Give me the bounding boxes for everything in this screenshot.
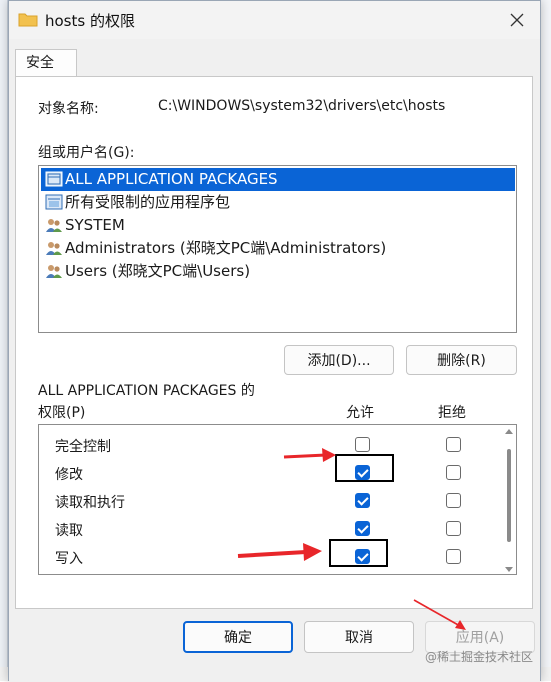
permission-row-read-execute: 读取和执行 (39, 487, 499, 515)
users-icon (46, 242, 62, 255)
group-users-label: 组或用户名(G): (38, 145, 135, 161)
permission-row-modify: 修改 (39, 459, 499, 487)
permission-name: 完全控制 (55, 439, 111, 455)
users-icon (46, 219, 62, 232)
object-name-label: 对象名称: (38, 101, 99, 117)
remove-button[interactable]: 删除(R) (406, 345, 517, 375)
list-item-restricted-app-packages[interactable]: 所有受限制的应用程序包 (41, 191, 515, 214)
watermark: @稀土掘金技术社区 (424, 650, 533, 664)
user-name: SYSTEM (65, 216, 125, 234)
close-button[interactable] (502, 5, 532, 35)
folder-icon (18, 13, 38, 27)
permission-row-write: 写入 (39, 543, 499, 571)
user-name: ALL APPLICATION PACKAGES (65, 170, 278, 188)
group-user-list[interactable]: ALL APPLICATION PACKAGES 所有受限制的应用程序包 SYS… (38, 165, 517, 333)
user-name: 所有受限制的应用程序包 (65, 193, 231, 211)
permissions-table: 完全控制 修改 读取和执行 读取 写入 (38, 424, 517, 575)
deny-checkbox[interactable] (446, 437, 461, 452)
deny-checkbox[interactable] (446, 465, 461, 480)
app-package-icon (45, 171, 63, 187)
permission-name: 读取和执行 (55, 495, 125, 511)
title-bar: hosts 的权限 (9, 1, 540, 39)
app-package-icon (45, 194, 63, 210)
permission-name: 写入 (55, 551, 83, 567)
close-icon (510, 13, 524, 27)
permissions-scrollbar[interactable] (504, 425, 514, 574)
permission-row-read: 读取 (39, 515, 499, 543)
user-name: Users (郑晓文PC端\Users) (65, 262, 251, 280)
list-item-administrators[interactable]: Administrators (郑晓文PC端\Administrators) (41, 237, 515, 260)
cancel-button[interactable]: 取消 (304, 621, 414, 653)
scroll-up-arrow-icon[interactable] (505, 429, 513, 434)
ok-button[interactable]: 确定 (183, 621, 293, 653)
deny-checkbox[interactable] (446, 549, 461, 564)
deny-checkbox[interactable] (446, 521, 461, 536)
allow-checkbox[interactable] (355, 521, 370, 536)
background-window-left-edge (0, 0, 8, 681)
window-title: hosts 的权限 (45, 12, 135, 30)
add-button[interactable]: 添加(D)... (284, 345, 394, 375)
allow-column-header: 允许 (346, 405, 374, 421)
permissions-label: 权限(P) (38, 405, 86, 421)
tab-security[interactable]: 安全 (15, 49, 77, 77)
user-name: Administrators (郑晓文PC端\Administrators) (65, 239, 387, 257)
scroll-thumb[interactable] (507, 449, 511, 542)
highlight-box-write (329, 539, 388, 567)
permissions-title: ALL APPLICATION PACKAGES 的 (38, 383, 255, 399)
allow-checkbox[interactable] (355, 437, 370, 452)
list-item-all-application-packages[interactable]: ALL APPLICATION PACKAGES (41, 168, 515, 191)
object-name-value: C:\WINDOWS\system32\drivers\etc\hosts (158, 98, 446, 114)
permission-name: 读取 (55, 523, 83, 539)
list-item-users[interactable]: Users (郑晓文PC端\Users) (41, 260, 515, 283)
permission-row-full-control: 完全控制 (39, 431, 499, 459)
users-icon (46, 265, 62, 278)
highlight-box-modify (335, 454, 394, 482)
deny-column-header: 拒绝 (438, 405, 466, 421)
permissions-dialog: hosts 的权限 安全 对象名称: C:\WINDOWS\system32\d… (8, 0, 541, 682)
security-panel: 对象名称: C:\WINDOWS\system32\drivers\etc\ho… (15, 76, 533, 609)
deny-checkbox[interactable] (446, 493, 461, 508)
scroll-down-arrow-icon[interactable] (505, 567, 513, 572)
permission-name: 修改 (55, 467, 83, 483)
allow-checkbox[interactable] (355, 493, 370, 508)
list-item-system[interactable]: SYSTEM (41, 214, 515, 237)
